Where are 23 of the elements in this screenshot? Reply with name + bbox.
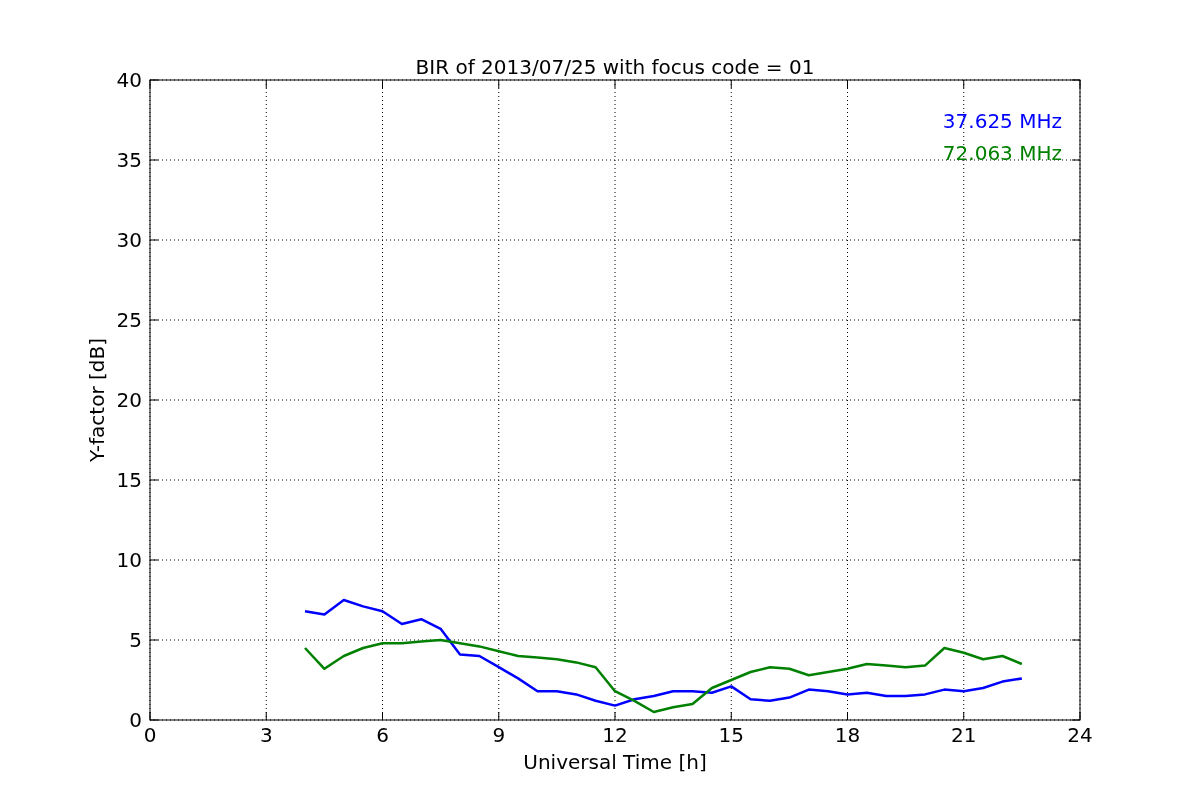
tick-label: 25 — [116, 308, 142, 332]
tick-label: 5 — [129, 628, 142, 652]
tick-label: 12 — [602, 723, 628, 747]
tick-label: 10 — [116, 548, 142, 572]
tick-label: 3 — [259, 723, 273, 747]
y-axis-label: Y-factor [dB] — [85, 338, 109, 462]
tick-label: 15 — [116, 468, 142, 492]
chart-title: BIR of 2013/07/25 with focus code = 01 — [415, 55, 815, 79]
tick-label: 9 — [492, 723, 506, 747]
legend-label: 37.625 MHz — [942, 109, 1062, 133]
tick-label: 21 — [951, 723, 977, 747]
tick-label: 18 — [834, 723, 861, 747]
tick-label: 15 — [718, 723, 744, 747]
tick-label: 40 — [116, 68, 142, 92]
tick-label: 20 — [116, 388, 142, 412]
tick-label: 35 — [116, 148, 142, 172]
legend-label: 72.063 MHz — [942, 141, 1062, 165]
tick-label: 24 — [1067, 723, 1093, 747]
tick-label: 0 — [129, 708, 142, 732]
tick-label: 0 — [143, 723, 157, 747]
tick-label: 30 — [116, 228, 142, 252]
x-axis-label: Universal Time [h] — [523, 750, 707, 774]
tick-label: 6 — [376, 723, 389, 747]
